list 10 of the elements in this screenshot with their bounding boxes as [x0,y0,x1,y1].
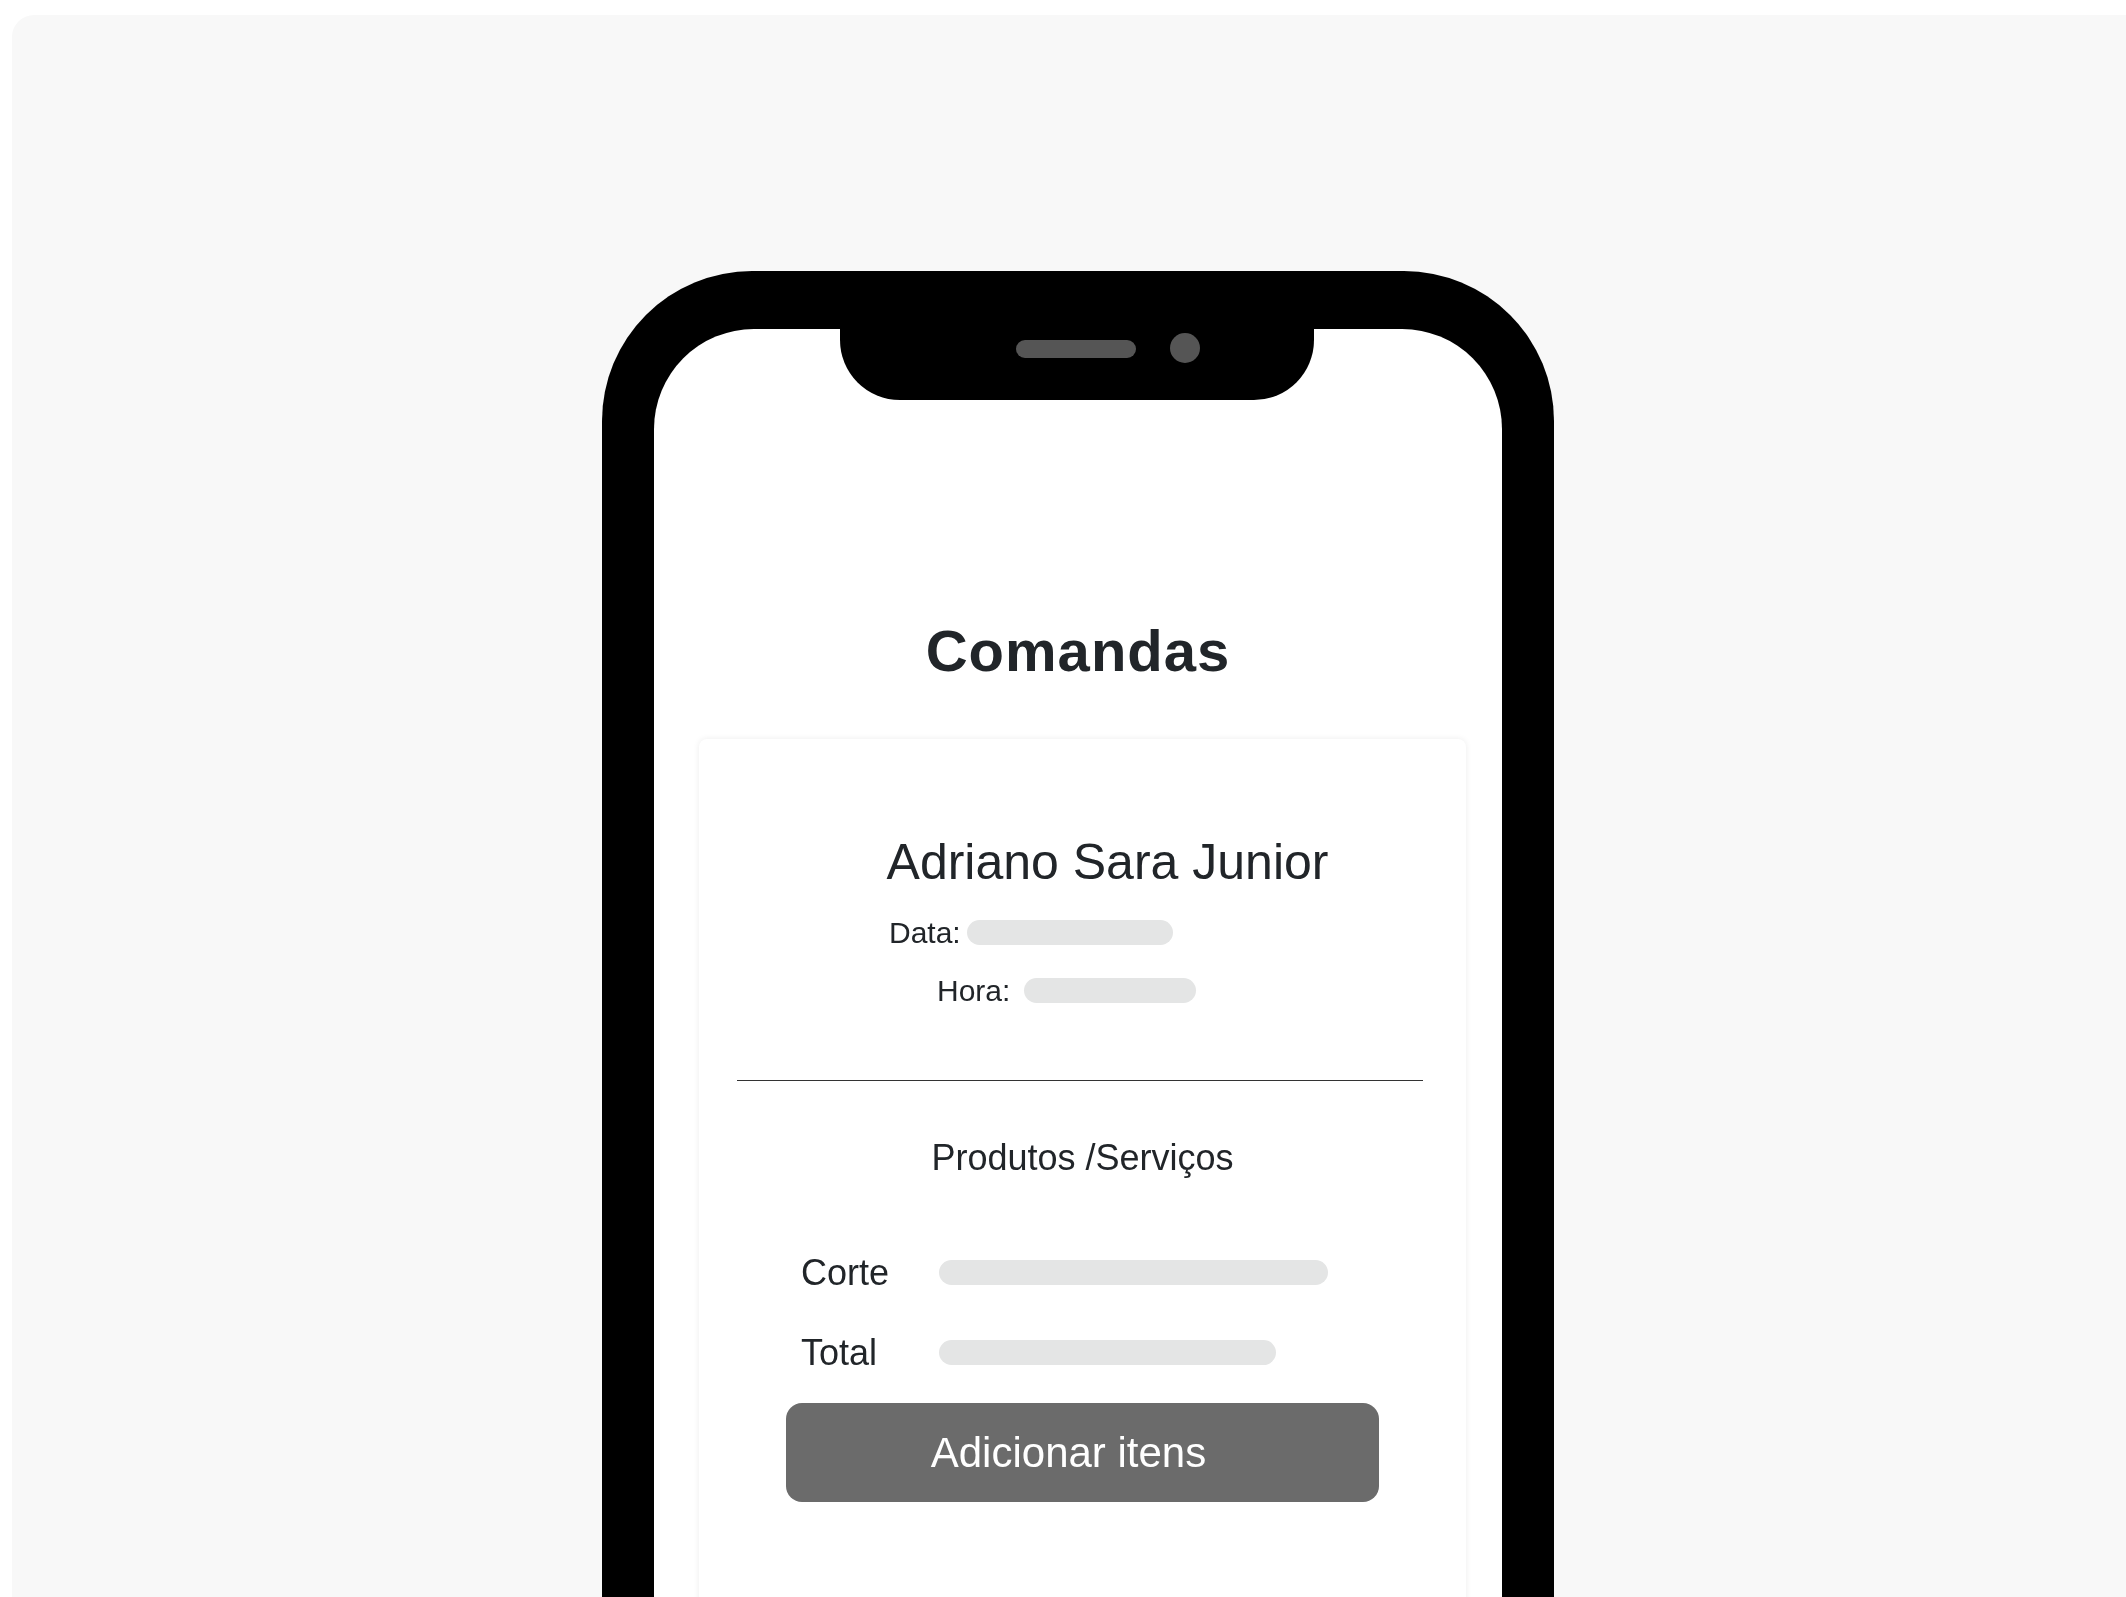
screen-title: Comandas [924,619,1232,683]
camera-icon [1170,333,1200,363]
field-label: Data: [889,915,961,952]
add-items-button[interactable]: Adicionar itens [786,1402,1379,1502]
field-label: Total [801,1330,879,1375]
field-label: Hora: [937,973,1011,1010]
section-title: Produtos /Serviços [930,1135,1235,1180]
customer-name: Adriano Sara Junior [885,834,1330,890]
field-label: Corte [801,1250,891,1295]
speaker-icon [1016,340,1136,358]
